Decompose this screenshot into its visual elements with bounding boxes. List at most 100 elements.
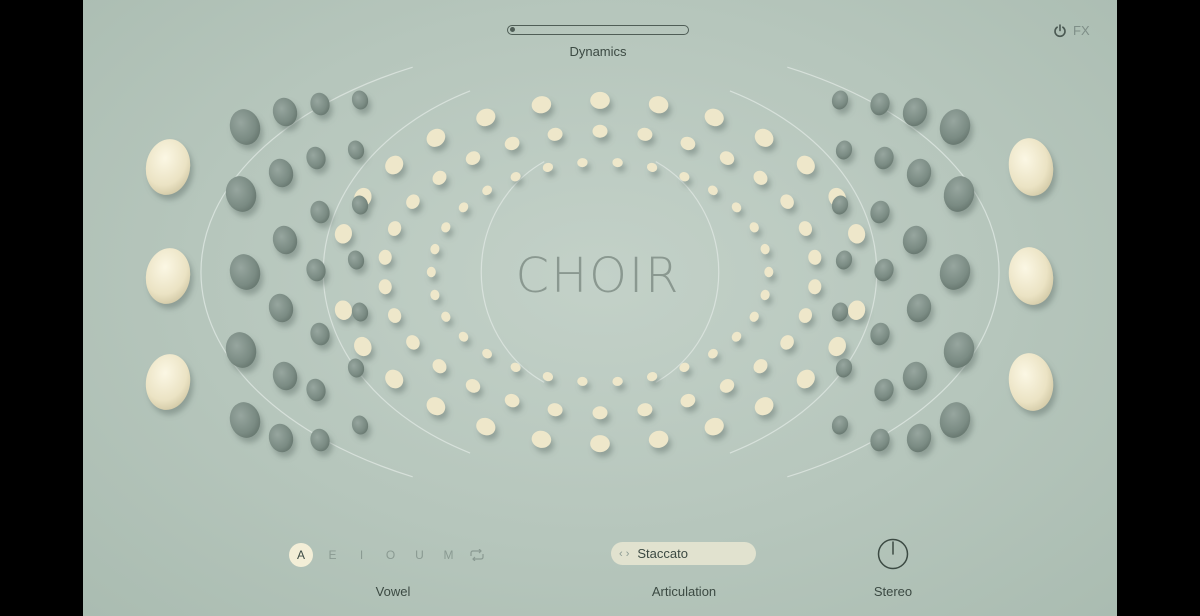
pebble bbox=[547, 127, 563, 141]
pebble bbox=[504, 393, 520, 408]
pebble bbox=[306, 378, 326, 402]
vowel-label: Vowel bbox=[375, 584, 411, 599]
pebble bbox=[510, 172, 521, 182]
vowel-option-e[interactable]: E bbox=[318, 548, 347, 562]
pebble bbox=[870, 428, 890, 452]
pebble bbox=[406, 194, 420, 209]
pebble-artwork bbox=[145, 66, 1054, 478]
pebble bbox=[680, 136, 696, 151]
pebble bbox=[482, 348, 492, 359]
pebble bbox=[943, 176, 975, 212]
pebble bbox=[902, 97, 928, 127]
decorative-arc bbox=[729, 90, 878, 454]
pebble bbox=[351, 302, 369, 322]
pebble bbox=[874, 146, 894, 170]
pebble bbox=[225, 176, 257, 212]
pebble bbox=[760, 289, 770, 301]
pebble bbox=[432, 170, 447, 185]
pebble bbox=[510, 362, 521, 372]
fx-label: FX bbox=[1073, 23, 1090, 38]
pebble bbox=[808, 249, 822, 265]
pebble bbox=[378, 249, 392, 265]
pebble bbox=[441, 222, 451, 233]
vowel-option-a[interactable]: A bbox=[289, 543, 313, 567]
pebble bbox=[385, 155, 404, 175]
pebble bbox=[870, 92, 890, 116]
pebble bbox=[749, 311, 759, 322]
pebble bbox=[637, 127, 653, 141]
pebble bbox=[680, 393, 696, 408]
vowel-option-i[interactable]: I bbox=[347, 548, 376, 562]
pebble bbox=[310, 92, 330, 116]
pebble bbox=[378, 279, 392, 295]
pebble bbox=[648, 430, 669, 448]
pebble bbox=[679, 362, 690, 372]
pebble bbox=[848, 300, 866, 320]
vowel-option-m[interactable]: M bbox=[434, 548, 463, 562]
vowel-option-o[interactable]: O bbox=[376, 548, 405, 562]
pebble bbox=[334, 224, 352, 244]
pebble bbox=[542, 162, 554, 172]
pebble bbox=[902, 225, 928, 255]
pebble bbox=[351, 415, 369, 435]
pebble bbox=[902, 361, 928, 391]
pebble bbox=[760, 243, 770, 255]
pebble bbox=[708, 348, 718, 359]
pebble bbox=[310, 200, 330, 224]
pebble bbox=[387, 308, 402, 323]
pebble bbox=[798, 221, 813, 236]
pebble bbox=[458, 331, 469, 342]
pebble bbox=[828, 336, 846, 357]
pebble bbox=[347, 358, 365, 378]
pebble bbox=[831, 415, 849, 435]
pebble bbox=[430, 289, 440, 301]
pebble bbox=[465, 151, 481, 165]
loop-icon[interactable] bbox=[469, 549, 485, 561]
articulation-selector[interactable]: ‹ › Staccato bbox=[611, 542, 756, 565]
pebble bbox=[764, 266, 774, 278]
pebble bbox=[637, 403, 653, 417]
pebble bbox=[612, 376, 623, 386]
pebble bbox=[939, 109, 971, 145]
pebble bbox=[831, 302, 849, 322]
pebble bbox=[145, 248, 191, 304]
pebble bbox=[590, 435, 610, 453]
pebble bbox=[731, 331, 742, 342]
pebble bbox=[531, 430, 552, 448]
pebble bbox=[272, 225, 298, 255]
pebble bbox=[753, 170, 768, 185]
pebble bbox=[426, 397, 446, 416]
pebble bbox=[704, 108, 724, 127]
pebble bbox=[646, 162, 658, 172]
pebble bbox=[531, 96, 552, 114]
pebble bbox=[870, 200, 890, 224]
pebble bbox=[334, 300, 352, 320]
dynamics-slider[interactable] bbox=[507, 25, 689, 35]
pebble bbox=[796, 155, 815, 175]
vowel-option-u[interactable]: U bbox=[405, 548, 434, 562]
pebble bbox=[592, 124, 608, 138]
decorative-arc bbox=[322, 90, 471, 454]
pebble bbox=[387, 221, 402, 236]
pebble bbox=[590, 91, 610, 109]
pebble bbox=[731, 202, 742, 213]
pebble bbox=[719, 379, 735, 393]
chevron-left-right-icon[interactable]: ‹ › bbox=[619, 548, 629, 560]
pebble bbox=[145, 139, 191, 195]
pebble bbox=[648, 96, 669, 114]
pebble bbox=[874, 378, 894, 402]
pebble bbox=[145, 354, 191, 410]
stereo-knob[interactable] bbox=[877, 538, 909, 570]
fx-power-button[interactable]: FX bbox=[1053, 23, 1090, 38]
choir-instrument-panel: Dynamics FX CHOIR A E I O U M Vowel ‹ › … bbox=[83, 0, 1117, 616]
pebble bbox=[906, 158, 932, 188]
pebble bbox=[939, 402, 971, 438]
instrument-title: CHOIR bbox=[515, 248, 681, 304]
pebble bbox=[268, 293, 294, 323]
pebble bbox=[406, 335, 420, 350]
pebble bbox=[504, 136, 520, 151]
pebble bbox=[542, 372, 554, 382]
pebble bbox=[780, 335, 794, 350]
pebble bbox=[796, 369, 815, 389]
pebble bbox=[458, 202, 469, 213]
